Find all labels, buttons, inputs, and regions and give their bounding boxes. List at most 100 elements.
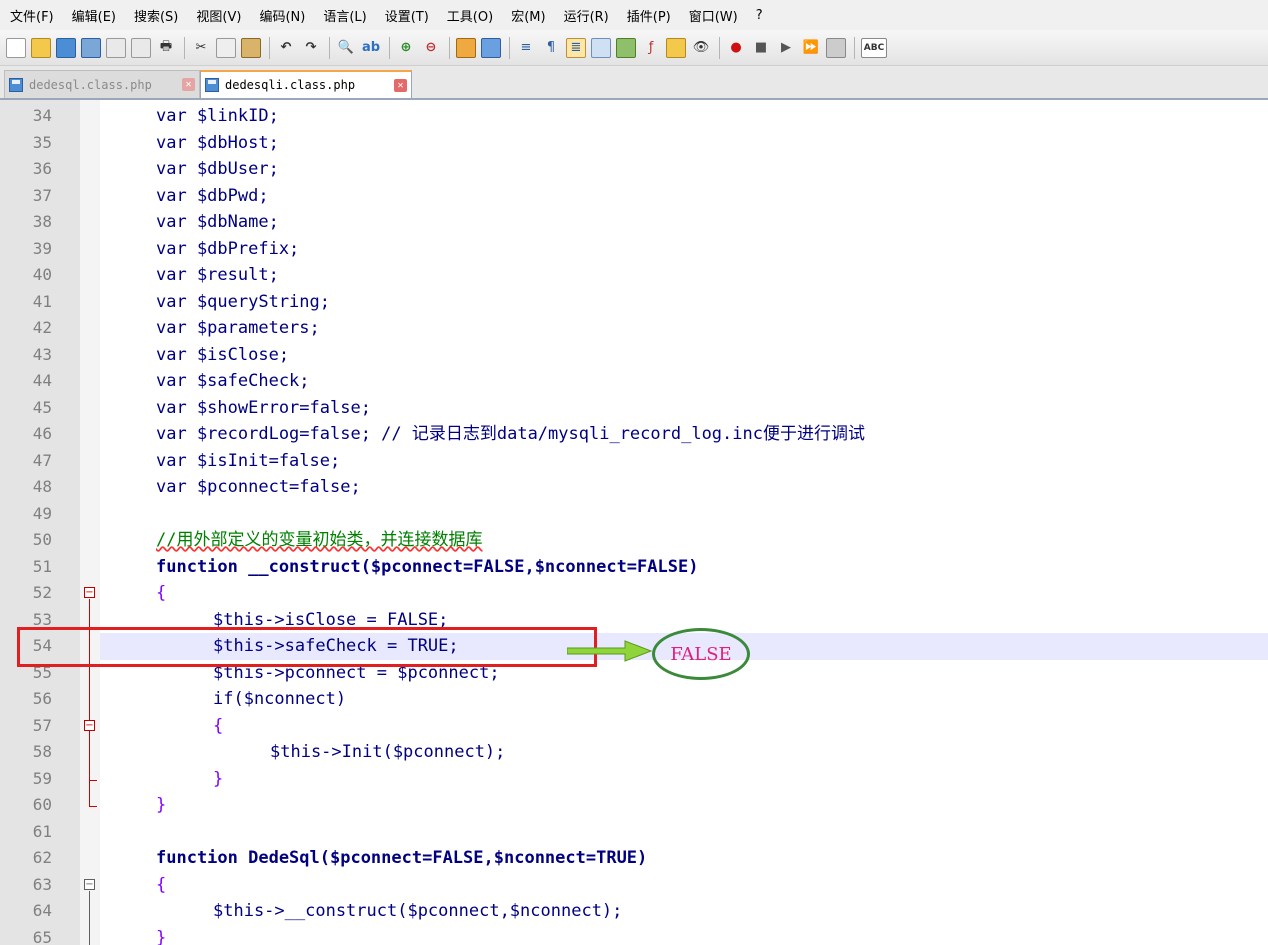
zoom-out-icon[interactable]: ⊖ [421, 38, 441, 58]
word-wrap-icon[interactable]: ≡ [516, 38, 536, 58]
menu-window[interactable]: 窗口(W) [689, 6, 738, 25]
code-text: $this->__construct($pconnect,$nconnect); [213, 901, 623, 921]
print-icon[interactable]: 🖶 [156, 38, 176, 58]
tab-bar: dedesql.class.php ✕ dedesqli.class.php ✕ [0, 66, 1268, 100]
sync-vertical-icon[interactable] [456, 37, 476, 58]
monitoring-icon[interactable]: 👁 [691, 38, 711, 58]
menu-run[interactable]: 运行(R) [564, 6, 609, 25]
tab-dedesql-class-php[interactable]: dedesql.class.php ✕ [4, 70, 200, 98]
playback-macro-icon[interactable]: ▶ [776, 38, 796, 58]
close-tab-icon[interactable]: ✕ [182, 78, 195, 91]
line-number: 50 [32, 530, 52, 549]
toolbar: 🖶 ✂ ↶ ↷ 🔍 ab ⊕ ⊖ ≡ ¶ ≣ ƒ 👁 ● ■ ▶ ⏩ ABC [0, 30, 1268, 66]
code-line: 57 { [0, 713, 1268, 740]
menu-settings[interactable]: 设置(T) [385, 6, 429, 25]
line-number: 39 [32, 238, 52, 258]
menu-language[interactable]: 语言(L) [323, 6, 366, 25]
code-text: } [156, 927, 167, 945]
menu-plugins[interactable]: 插件(P) [627, 6, 671, 25]
code-line: 50 //用外部定义的变量初始类，并连接数据库 [0, 527, 1268, 554]
sync-horizontal-icon[interactable] [481, 37, 501, 58]
show-all-characters-icon[interactable]: ¶ [541, 38, 561, 58]
user-language-icon[interactable] [591, 37, 611, 58]
code-text: { [213, 715, 224, 736]
record-macro-icon[interactable]: ● [726, 38, 746, 58]
tab-label: dedesql.class.php [29, 77, 152, 92]
code-text: var $recordLog=false; // 记录日志到data/mysql… [156, 424, 865, 444]
line-number: 58 [32, 742, 52, 761]
copy-icon[interactable] [216, 37, 236, 58]
highlight-box [17, 627, 597, 667]
code-line: 42 var $parameters; [0, 315, 1268, 342]
close-tab-icon[interactable]: ✕ [394, 78, 407, 92]
toolbar-separator [854, 36, 855, 59]
line-number: 61 [32, 821, 52, 841]
arrow-icon [567, 640, 653, 662]
line-number: 59 [32, 768, 52, 788]
code-text: $this->Init($pconnect); [270, 742, 506, 762]
save-icon [9, 77, 23, 92]
line-number: 42 [32, 318, 52, 337]
replace-icon[interactable]: ab [361, 38, 381, 58]
code-line: 61 [0, 819, 1268, 846]
code-line: 58 $this->Init($pconnect); [0, 739, 1268, 766]
zoom-in-icon[interactable]: ⊕ [396, 38, 416, 58]
code-line: 63 { [0, 872, 1268, 899]
code-text: var $parameters; [156, 318, 320, 338]
line-number: 40 [32, 265, 52, 284]
stop-recording-icon[interactable]: ■ [751, 38, 771, 58]
toolbar-separator [269, 36, 270, 59]
line-number: 36 [32, 159, 52, 178]
run-macro-multiple-icon[interactable]: ⏩ [801, 38, 821, 58]
undo-icon[interactable]: ↶ [276, 38, 296, 58]
menu-encoding[interactable]: 编码(N) [259, 6, 305, 25]
toolbar-separator [719, 36, 720, 59]
close-file-icon[interactable] [106, 37, 126, 58]
code-text: var $isClose; [156, 344, 290, 365]
menu-file[interactable]: 文件(F) [10, 6, 54, 25]
paste-icon[interactable] [241, 37, 261, 58]
code-line: 65} [0, 925, 1268, 945]
code-editor[interactable]: − − − 34 var $linkID; 35 var $dbHost; 36 va… [0, 100, 1268, 945]
menu-bar: 文件(F) 编辑(E) 搜索(S) 视图(V) 编码(N) 语言(L) 设置(T… [0, 0, 1268, 30]
code-text: function DedeSql($pconnect=FALSE,$nconne… [156, 848, 648, 868]
toolbar-separator [389, 36, 390, 59]
menu-macro[interactable]: 宏(M) [511, 6, 545, 25]
code-text: var $dbName; [156, 212, 279, 232]
save-all-icon[interactable] [81, 37, 101, 58]
code-line: 56 if($nconnect) [0, 686, 1268, 713]
code-line: 40 var $result; [0, 262, 1268, 289]
close-all-icon[interactable] [131, 37, 151, 58]
line-number: 49 [32, 503, 52, 523]
line-number: 38 [32, 212, 52, 231]
folder-workspace-icon[interactable] [666, 37, 686, 58]
menu-view[interactable]: 视图(V) [196, 6, 241, 25]
code-text: var $linkID; [156, 106, 279, 126]
save-macro-icon[interactable] [826, 37, 846, 58]
menu-edit[interactable]: 编辑(E) [72, 6, 116, 25]
function-list-icon[interactable]: ƒ [641, 38, 661, 58]
new-file-icon[interactable] [6, 37, 26, 58]
open-file-icon[interactable] [31, 37, 51, 58]
code-text: } [213, 768, 224, 789]
line-number: 64 [32, 901, 52, 920]
menu-help[interactable]: ? [756, 8, 763, 23]
redo-icon[interactable]: ↷ [301, 38, 321, 58]
line-number: 56 [32, 689, 52, 708]
code-line: 36 var $dbUser; [0, 156, 1268, 183]
find-icon[interactable]: 🔍 [336, 38, 356, 58]
annotation-text: FALSE [670, 643, 732, 665]
line-number: 44 [32, 371, 52, 390]
save-icon[interactable] [56, 37, 76, 58]
line-number: 62 [32, 848, 52, 867]
spell-check-icon[interactable]: ABC [861, 37, 887, 58]
code-line: 45 var $showError=false; [0, 395, 1268, 422]
indent-guide-icon[interactable]: ≣ [566, 37, 586, 58]
cut-icon[interactable]: ✂ [191, 38, 211, 58]
toolbar-separator [449, 36, 450, 59]
menu-search[interactable]: 搜索(S) [134, 6, 178, 25]
menu-tools[interactable]: 工具(O) [447, 6, 493, 25]
tab-dedesqli-class-php[interactable]: dedesqli.class.php ✕ [200, 70, 412, 98]
document-map-icon[interactable] [616, 37, 636, 58]
line-number: 41 [32, 291, 52, 311]
